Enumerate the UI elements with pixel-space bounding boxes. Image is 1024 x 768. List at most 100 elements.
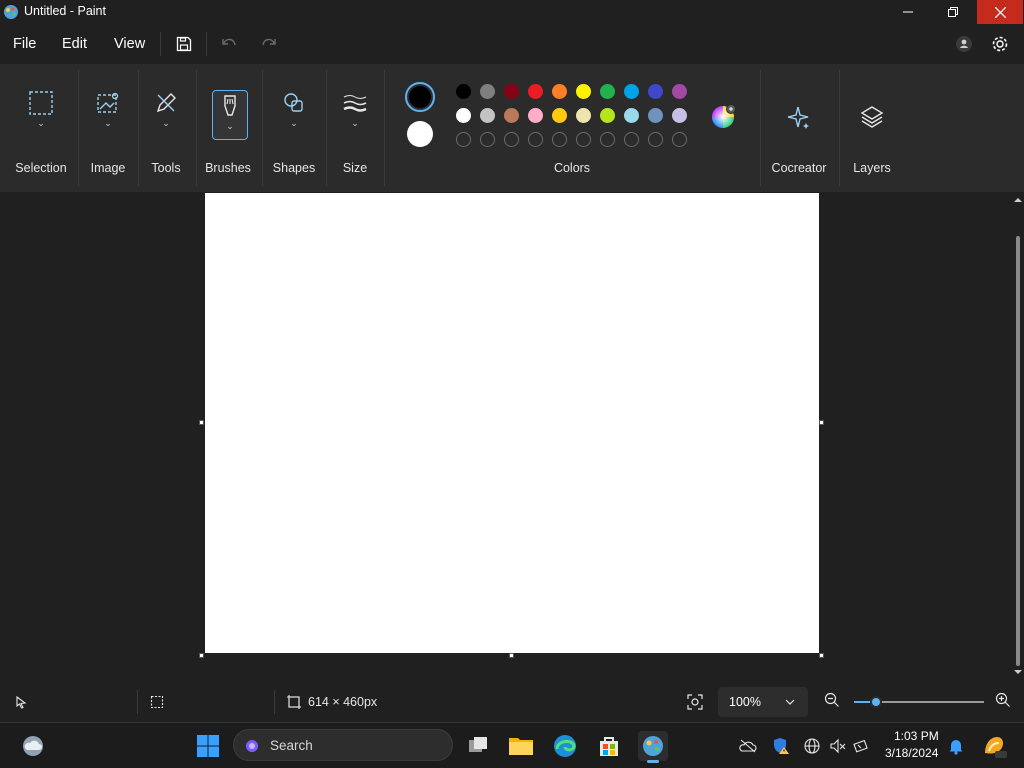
ribbon-divider xyxy=(262,70,263,186)
resize-handle-bottom-left[interactable] xyxy=(199,653,204,658)
clock-time[interactable]: 1:03 PM xyxy=(894,729,939,743)
zoom-slider-thumb[interactable] xyxy=(870,696,883,708)
palette-color-swatch[interactable] xyxy=(528,108,543,123)
scrollbar-thumb[interactable] xyxy=(1016,236,1020,666)
redo-button[interactable] xyxy=(257,32,281,56)
fit-to-window-icon xyxy=(687,694,703,710)
windows-logo-icon xyxy=(197,735,219,757)
ribbon-divider xyxy=(138,70,139,186)
security-tray-icon[interactable] xyxy=(772,737,790,755)
palette-color-swatch[interactable] xyxy=(624,84,639,99)
menu-edit[interactable]: Edit xyxy=(62,36,87,52)
palette-color-swatch[interactable] xyxy=(576,84,591,99)
layers-button[interactable] xyxy=(859,104,885,130)
palette-color-swatch[interactable] xyxy=(456,84,471,99)
volume-tray-icon[interactable] xyxy=(829,737,847,755)
custom-color-slot[interactable] xyxy=(528,132,543,147)
copilot-button[interactable] xyxy=(981,733,1007,759)
palette-color-swatch[interactable] xyxy=(504,84,519,99)
size-button[interactable]: ⌄ xyxy=(337,90,373,140)
brush-icon xyxy=(224,95,236,116)
shapes-button[interactable]: ⌄ xyxy=(276,90,312,140)
microsoft-store-button[interactable] xyxy=(594,731,624,761)
ribbon-divider xyxy=(839,70,840,186)
vertical-scrollbar[interactable] xyxy=(1014,196,1022,676)
fit-to-window-button[interactable] xyxy=(683,690,707,714)
menu-file[interactable]: File xyxy=(13,36,36,52)
palette-color-swatch[interactable] xyxy=(528,84,543,99)
zoom-out-button[interactable] xyxy=(824,692,844,712)
layers-icon xyxy=(860,106,884,128)
resize-handle-right[interactable] xyxy=(819,420,824,425)
group-label-cocreator: Cocreator xyxy=(771,161,827,175)
menu-divider xyxy=(160,32,161,56)
palette-color-swatch[interactable] xyxy=(480,108,495,123)
custom-color-slot[interactable] xyxy=(480,132,495,147)
palette-color-swatch[interactable] xyxy=(504,108,519,123)
minimize-button[interactable] xyxy=(885,0,931,24)
account-button[interactable] xyxy=(952,32,976,56)
save-button[interactable] xyxy=(172,32,196,56)
zoom-in-button[interactable] xyxy=(995,692,1015,712)
custom-color-slot[interactable] xyxy=(672,132,687,147)
network-tray-icon[interactable] xyxy=(803,737,821,755)
custom-color-slot[interactable] xyxy=(456,132,471,147)
palette-color-swatch[interactable] xyxy=(456,108,471,123)
brushes-button[interactable]: ⌄ xyxy=(212,90,248,140)
clock-date[interactable]: 3/18/2024 xyxy=(885,746,938,760)
palette-color-swatch[interactable] xyxy=(672,84,687,99)
custom-color-slot[interactable] xyxy=(576,132,591,147)
undo-button[interactable] xyxy=(217,32,241,56)
file-explorer-button[interactable] xyxy=(506,731,536,761)
primary-color-selector[interactable] xyxy=(405,82,435,112)
taskbar-search[interactable]: Search xyxy=(233,729,453,761)
task-view-button[interactable] xyxy=(463,731,493,761)
task-view-icon xyxy=(469,737,487,752)
secondary-color-selector[interactable] xyxy=(407,121,433,147)
selection-tool-button[interactable]: ⌄ xyxy=(23,90,59,140)
custom-color-slot[interactable] xyxy=(504,132,519,147)
custom-color-slot[interactable] xyxy=(600,132,615,147)
palette-color-swatch[interactable] xyxy=(624,108,639,123)
tools-button[interactable]: ⌄ xyxy=(148,90,184,140)
paint-taskbar-button[interactable] xyxy=(638,731,668,763)
custom-color-slot[interactable] xyxy=(648,132,663,147)
restore-button[interactable] xyxy=(930,0,976,24)
zoom-dropdown[interactable]: 100% xyxy=(718,687,808,717)
palette-color-swatch[interactable] xyxy=(552,108,567,123)
start-button[interactable] xyxy=(193,731,223,761)
palette-color-swatch[interactable] xyxy=(552,84,567,99)
palette-color-swatch[interactable] xyxy=(480,84,495,99)
resize-handle-bottom[interactable] xyxy=(509,653,514,658)
resize-handle-left[interactable] xyxy=(199,420,204,425)
battery-tray-icon[interactable] xyxy=(852,737,870,755)
notifications-button[interactable] xyxy=(947,737,965,755)
gear-icon xyxy=(992,36,1008,52)
image-tool-button[interactable]: ⌄ xyxy=(90,90,126,140)
palette-color-swatch[interactable] xyxy=(576,108,591,123)
close-button[interactable] xyxy=(977,0,1023,24)
zoom-in-icon xyxy=(995,692,1010,707)
palette-color-swatch[interactable] xyxy=(600,84,615,99)
cocreator-button[interactable] xyxy=(786,104,812,130)
resize-handle-bottom-right[interactable] xyxy=(819,653,824,658)
ribbon: ⌄ Selection ⌄ Image ⌄ Tools ⌄ Brushes ⌄ … xyxy=(0,64,1024,192)
color-wheel-icon xyxy=(712,104,736,128)
palette-color-swatch[interactable] xyxy=(648,108,663,123)
zoom-slider[interactable] xyxy=(854,696,984,708)
bell-icon xyxy=(949,740,963,755)
custom-color-slot[interactable] xyxy=(624,132,639,147)
settings-button[interactable] xyxy=(988,32,1012,56)
store-icon xyxy=(600,737,618,756)
edit-colors-button[interactable] xyxy=(710,104,736,130)
custom-color-slot[interactable] xyxy=(552,132,567,147)
drawing-canvas[interactable] xyxy=(205,193,819,653)
palette-color-swatch[interactable] xyxy=(672,108,687,123)
canvas-workspace xyxy=(0,192,1024,682)
menu-view[interactable]: View xyxy=(114,36,145,52)
weather-widget[interactable] xyxy=(18,731,48,761)
palette-color-swatch[interactable] xyxy=(600,108,615,123)
palette-color-swatch[interactable] xyxy=(648,84,663,99)
onedrive-tray-icon[interactable] xyxy=(739,737,757,755)
edge-browser-button[interactable] xyxy=(550,731,580,761)
